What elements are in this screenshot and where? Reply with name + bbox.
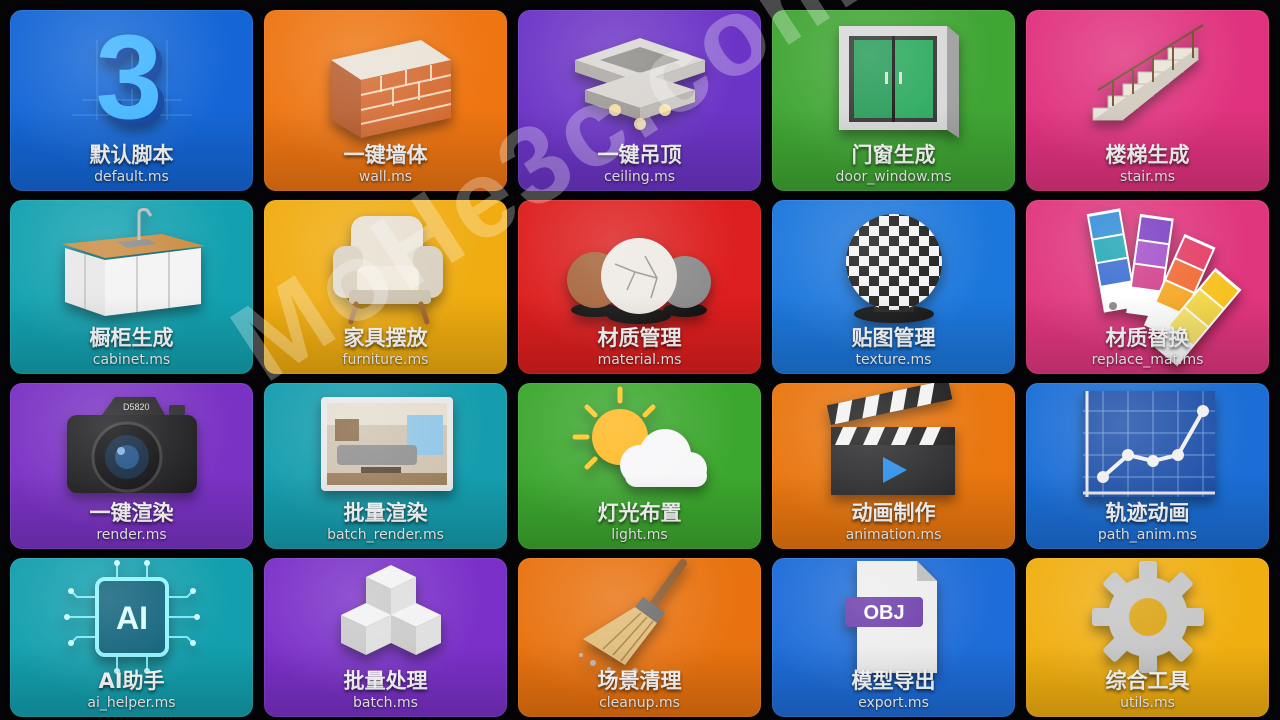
tile-light[interactable]: 灯光布置 light.ms <box>518 383 761 549</box>
svg-text:AI: AI <box>116 600 148 636</box>
tile-title: 轨迹动画 <box>1105 501 1190 525</box>
tile-title: 动画制作 <box>851 501 936 525</box>
tile-title: 一键吊顶 <box>597 143 682 167</box>
tile-render[interactable]: D5820 一键渲染 render.ms <box>10 383 253 549</box>
tile-export[interactable]: OBJ 模型导出 export.ms <box>772 558 1015 717</box>
tile-cabinet[interactable]: 橱柜生成 cabinet.ms <box>10 200 253 374</box>
tile-filename: replace_mat.ms <box>1091 352 1204 368</box>
tile-title: 橱柜生成 <box>89 326 174 350</box>
tile-filename: export.ms <box>858 695 929 711</box>
obj-file-icon: OBJ <box>844 560 937 673</box>
tile-filename: light.ms <box>611 527 668 543</box>
armchair-icon <box>332 216 443 325</box>
tile-title: AI助手 <box>98 669 165 693</box>
tile-title: 贴图管理 <box>851 326 936 350</box>
tile-filename: batch.ms <box>353 695 418 711</box>
cubes-icon <box>340 564 441 655</box>
tile-title: 一键渲染 <box>89 501 174 525</box>
ceiling-icon <box>574 37 705 130</box>
brick-wall-icon <box>330 39 451 138</box>
window-icon <box>838 25 959 138</box>
tile-wall[interactable]: 一键墙体 wall.ms <box>264 10 507 191</box>
tile-filename: utils.ms <box>1120 695 1175 711</box>
stair-icon <box>1092 23 1204 120</box>
tile-title: 材质替换 <box>1105 326 1190 350</box>
broom-icon <box>578 558 687 674</box>
color-swatch-icon <box>1086 208 1241 367</box>
tile-filename: default.ms <box>94 169 169 185</box>
tile-title: 一键墙体 <box>343 143 428 167</box>
camera-icon: D5820 <box>66 397 197 493</box>
tile-ai-helper[interactable]: AI AI助手 ai_helper.ms <box>10 558 253 717</box>
tile-title: 场景清理 <box>597 669 682 693</box>
tile-title: 家具摆放 <box>343 326 428 350</box>
sun-cloud-icon <box>572 386 707 487</box>
room-render-icon <box>320 397 453 491</box>
svg-text:3: 3 <box>95 10 162 144</box>
ai-chip-icon: AI <box>63 559 200 674</box>
tile-title: 模型导出 <box>851 669 936 693</box>
tile-title: 材质管理 <box>597 326 682 350</box>
material-spheres-icon <box>566 238 711 324</box>
tile-filename: ai_helper.ms <box>87 695 176 711</box>
tile-replace-mat[interactable]: 材质替换 replace_mat.ms <box>1026 200 1269 374</box>
script-grid: 3 3 默认脚本 default.ms 一键墙体 wall.ms 一键吊顶 ce… <box>10 10 1270 717</box>
tile-batch[interactable]: 批量处理 batch.ms <box>264 558 507 717</box>
tile-title: 门窗生成 <box>851 143 936 167</box>
tile-filename: ceiling.ms <box>603 169 676 185</box>
tile-filename: material.ms <box>597 352 682 368</box>
tile-default[interactable]: 3 3 默认脚本 default.ms <box>10 10 253 191</box>
tile-filename: wall.ms <box>358 169 413 185</box>
tile-furniture[interactable]: 家具摆放 furniture.ms <box>264 200 507 374</box>
tile-title: 楼梯生成 <box>1105 143 1190 167</box>
kitchen-cabinet-icon <box>61 208 205 316</box>
path-graph-icon <box>1082 391 1215 497</box>
tile-animation[interactable]: 动画制作 animation.ms <box>772 383 1015 549</box>
tile-filename: stair.ms <box>1119 169 1176 185</box>
tile-cleanup[interactable]: 场景清理 cleanup.ms <box>518 558 761 717</box>
tile-texture[interactable]: 贴图管理 texture.ms <box>772 200 1015 374</box>
tile-utils[interactable]: 综合工具 utils.ms <box>1026 558 1269 717</box>
tile-filename: cabinet.ms <box>92 352 171 368</box>
checker-sphere-icon <box>845 214 942 323</box>
tile-ceiling[interactable]: 一键吊顶 ceiling.ms <box>518 10 761 191</box>
tile-filename: batch_render.ms <box>327 527 444 543</box>
tile-material[interactable]: 材质管理 material.ms <box>518 200 761 374</box>
tile-title: 默认脚本 <box>89 143 174 167</box>
tile-filename: path_anim.ms <box>1097 527 1198 543</box>
tile-title: 灯光布置 <box>597 501 682 525</box>
tile-filename: cleanup.ms <box>599 695 680 711</box>
tile-title: 批量处理 <box>343 669 428 693</box>
tile-filename: animation.ms <box>845 527 942 543</box>
tile-path-anim[interactable]: 轨迹动画 path_anim.ms <box>1026 383 1269 549</box>
tile-title: 综合工具 <box>1105 669 1190 693</box>
obj-badge: OBJ <box>863 602 904 624</box>
tile-filename: texture.ms <box>855 352 932 368</box>
svg-text:D5820: D5820 <box>123 402 150 412</box>
tile-door-window[interactable]: 门窗生成 door_window.ms <box>772 10 1015 191</box>
gear-icon <box>1091 560 1204 673</box>
clapperboard-icon <box>826 383 955 495</box>
tile-stair[interactable]: 楼梯生成 stair.ms <box>1026 10 1269 191</box>
tile-filename: furniture.ms <box>342 352 429 368</box>
number-3-icon: 3 3 <box>71 10 192 150</box>
tile-filename: render.ms <box>96 527 167 543</box>
tile-title: 批量渲染 <box>343 501 428 525</box>
tile-batch-render[interactable]: 批量渲染 batch_render.ms <box>264 383 507 549</box>
tile-filename: door_window.ms <box>835 169 952 185</box>
